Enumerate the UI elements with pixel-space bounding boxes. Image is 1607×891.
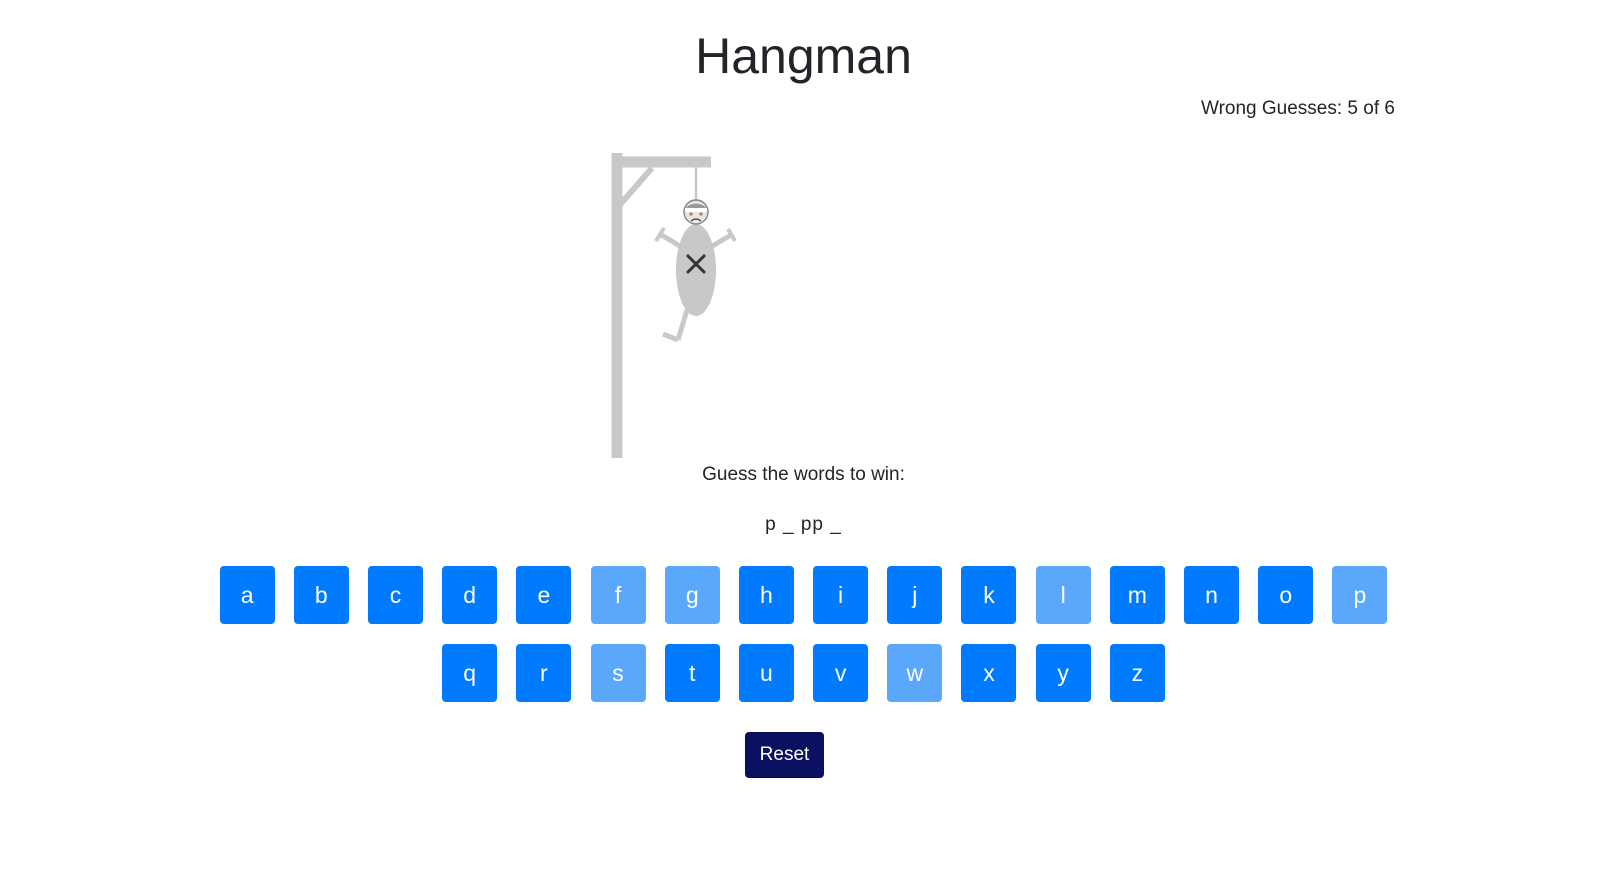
letter-button-z[interactable]: z bbox=[1109, 644, 1165, 702]
letter-button-s[interactable]: s bbox=[590, 644, 646, 702]
letter-button-g[interactable]: g bbox=[664, 566, 720, 624]
letter-button-a[interactable]: a bbox=[219, 566, 275, 624]
letter-button-k[interactable]: k bbox=[961, 566, 1017, 624]
hangman-head bbox=[683, 199, 709, 225]
letter-button-w[interactable]: w bbox=[887, 644, 943, 702]
keyboard-row-1: a b c d e f g h i j k l m n o p bbox=[0, 566, 1607, 624]
letter-button-d[interactable]: d bbox=[442, 566, 498, 624]
letter-button-x[interactable]: x bbox=[961, 644, 1017, 702]
hangman-body bbox=[676, 224, 716, 316]
letter-button-t[interactable]: t bbox=[664, 644, 720, 702]
letter-button-u[interactable]: u bbox=[738, 644, 794, 702]
hangman-leg bbox=[675, 309, 690, 341]
guess-prompt: Guess the words to win: bbox=[702, 464, 905, 485]
hangman-drawing bbox=[611, 153, 737, 458]
letter-button-i[interactable]: i bbox=[813, 566, 869, 624]
wrong-guesses-label: Wrong Guesses: bbox=[1200, 98, 1343, 119]
letter-button-q[interactable]: q bbox=[442, 644, 498, 702]
letter-button-l[interactable]: l bbox=[1035, 566, 1091, 624]
wrong-guesses-max: 6 bbox=[1384, 98, 1395, 119]
letter-button-n[interactable]: n bbox=[1184, 566, 1240, 624]
wrong-guesses-count: 5 bbox=[1347, 98, 1358, 119]
word-display: p _ pp _ bbox=[765, 514, 842, 535]
letter-button-m[interactable]: m bbox=[1109, 566, 1165, 624]
letter-button-c[interactable]: c bbox=[367, 566, 423, 624]
wrong-guesses-counter: Wrong Guesses: 5 of 6 bbox=[1201, 97, 1395, 121]
letter-button-r[interactable]: r bbox=[516, 644, 572, 702]
letter-button-y[interactable]: y bbox=[1035, 644, 1091, 702]
keyboard-row-2: q r s t u v w x y z bbox=[0, 644, 1607, 702]
letter-button-j[interactable]: j bbox=[887, 566, 943, 624]
letter-button-v[interactable]: v bbox=[813, 644, 869, 702]
letter-button-p[interactable]: p bbox=[1332, 566, 1388, 624]
letter-button-b[interactable]: b bbox=[293, 566, 349, 624]
page-title: Hangman bbox=[695, 28, 912, 84]
hangman-foot bbox=[662, 331, 679, 343]
letter-button-f[interactable]: f bbox=[590, 566, 646, 624]
letter-button-e[interactable]: e bbox=[516, 566, 572, 624]
letter-button-o[interactable]: o bbox=[1258, 566, 1314, 624]
letter-button-h[interactable]: h bbox=[738, 566, 794, 624]
reset-button[interactable]: Reset bbox=[745, 732, 824, 778]
wrong-guesses-of: of bbox=[1363, 98, 1380, 119]
